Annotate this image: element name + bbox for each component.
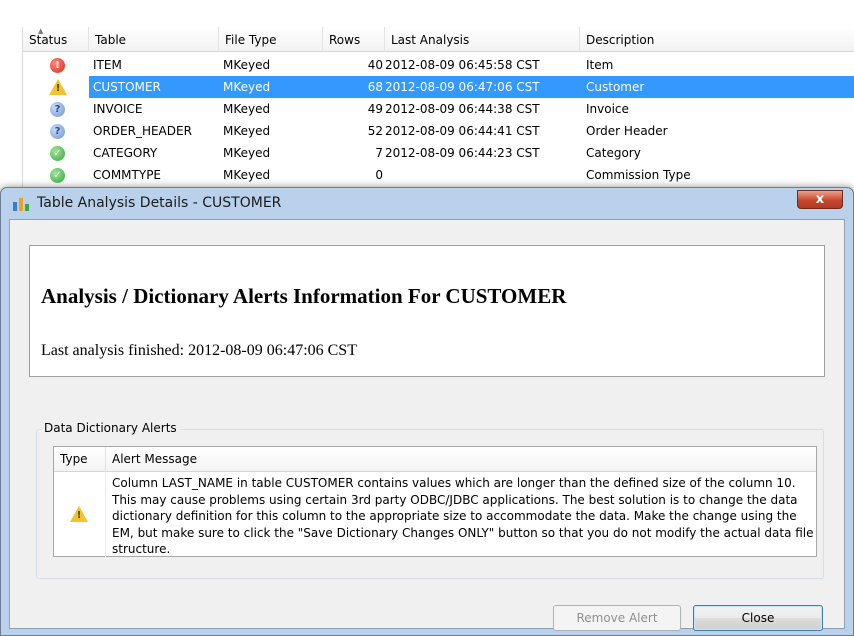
analysis-info-panel: Analysis / Dictionary Alerts Information…: [29, 245, 825, 377]
table-name-cell: COMMTYPE: [93, 168, 162, 182]
column-header-table[interactable]: Table: [89, 27, 219, 52]
table-row[interactable]: ✓ COMMTYPE MKeyed 0 Commission Type: [23, 164, 854, 186]
close-icon: x: [815, 192, 825, 207]
tables-grid[interactable]: ▲ Status Table File Type Rows Last Analy…: [22, 27, 854, 192]
column-header-rows[interactable]: Rows: [323, 27, 385, 52]
last-analysis-cell: 2012-08-09 06:44:41 CST: [385, 124, 540, 138]
last-analysis-cell: [385, 164, 585, 186]
data-dictionary-alerts-label: Data Dictionary Alerts: [41, 421, 180, 435]
table-row[interactable]: ! ITEM MKeyed 40 2012-08-09 06:45:58 CST Item: [23, 54, 854, 76]
description-cell: Commission Type: [586, 168, 691, 182]
last-analysis-cell: 2012-08-09 06:44:38 CST: [385, 102, 540, 116]
row-count-cell: 68: [367, 80, 383, 94]
table-name-cell: CUSTOMER: [93, 80, 161, 94]
row-count-cell: 49: [367, 102, 383, 116]
check-circle-icon: ✓: [50, 146, 65, 161]
info-circle-icon: ?: [50, 102, 65, 117]
table-name-cell: CATEGORY: [93, 146, 158, 160]
table-row[interactable]: ? INVOICE MKeyed 49 2012-08-09 06:44:38 CST I…: [23, 98, 854, 120]
status-cell: ?: [23, 120, 89, 142]
table-name-cell: ITEM: [93, 58, 122, 72]
description-cell: Item: [586, 58, 614, 72]
error-circle-icon: !: [50, 58, 65, 73]
status-cell: ✓: [23, 142, 89, 164]
alerts-list-header: Type Alert Message: [54, 447, 816, 472]
status-cell: ✓: [23, 164, 89, 186]
sort-ascending-icon: ▲: [38, 27, 44, 35]
row-count-cell: 52: [367, 124, 383, 138]
table-analysis-dialog: Table Analysis Details - CUSTOMER x Anal…: [0, 187, 854, 636]
close-button[interactable]: Close: [693, 605, 823, 631]
table-row[interactable]: ✓ CATEGORY MKeyed 7 2012-08-09 06:44:23 CST C…: [23, 142, 854, 164]
last-analysis-text: Last analysis finished: 2012-08-09 06:47…: [41, 342, 357, 359]
row-count-cell: 0: [375, 168, 383, 182]
tables-grid-header: ▲ Status Table File Type Rows Last Analy…: [23, 27, 854, 52]
last-analysis-cell: 2012-08-09 06:45:58 CST: [385, 58, 540, 72]
column-header-alert-message[interactable]: Alert Message: [106, 447, 818, 472]
status-cell: !: [23, 54, 89, 76]
last-analysis-cell: 2012-08-09 06:47:06 CST: [385, 80, 540, 94]
column-header-status[interactable]: ▲ Status: [23, 27, 89, 52]
column-header-file-type[interactable]: File Type: [219, 27, 323, 52]
table-name-cell: ORDER_HEADER: [93, 124, 192, 138]
alert-row[interactable]: ! Column LAST_NAME in table CUSTOMER con…: [54, 473, 816, 557]
dialog-titlebar[interactable]: Table Analysis Details - CUSTOMER x: [1, 188, 853, 218]
info-circle-icon: ?: [50, 124, 65, 139]
check-circle-icon: ✓: [50, 168, 65, 183]
file-type-cell: MKeyed: [223, 124, 271, 138]
remove-alert-button[interactable]: Remove Alert: [553, 605, 681, 631]
alert-message: Column LAST_NAME in table CUSTOMER conta…: [112, 476, 814, 556]
description-cell: Invoice: [586, 102, 629, 116]
alert-type-cell: !: [54, 473, 106, 557]
dialog-client-area: Analysis / Dictionary Alerts Information…: [9, 219, 845, 631]
description-cell: Customer: [586, 80, 645, 94]
column-header-last-analysis[interactable]: Last Analysis: [385, 27, 580, 52]
column-header-description[interactable]: Description: [580, 27, 854, 52]
file-type-cell: MKeyed: [223, 102, 271, 116]
file-type-cell: MKeyed: [223, 58, 271, 72]
table-row[interactable]: ! CUSTOMER MKeyed 68 2012-08-09 06:47:06 CST…: [23, 76, 854, 98]
file-type-cell: MKeyed: [223, 80, 271, 94]
window-close-button[interactable]: x: [797, 190, 843, 209]
file-type-cell: MKeyed: [223, 146, 271, 160]
last-analysis-cell: 2012-08-09 06:44:23 CST: [385, 146, 540, 160]
table-row[interactable]: ? ORDER_HEADER MKeyed 52 2012-08-09 06:44:41…: [23, 120, 854, 142]
description-cell: Category: [586, 146, 641, 160]
column-header-type[interactable]: Type: [54, 447, 106, 472]
status-cell: ?: [23, 98, 89, 120]
table-analysis-app-icon: [13, 198, 29, 211]
analysis-heading: Analysis / Dictionary Alerts Information…: [41, 284, 567, 308]
description-cell: Order Header: [586, 124, 668, 138]
file-type-cell: MKeyed: [223, 168, 271, 182]
row-count-cell: 7: [375, 146, 383, 160]
row-count-cell: 40: [367, 58, 383, 72]
alerts-list[interactable]: Type Alert Message ! Column LAST_NAME in…: [53, 446, 817, 557]
dialog-title: Table Analysis Details - CUSTOMER: [37, 195, 282, 211]
table-name-cell: INVOICE: [93, 102, 143, 116]
status-cell: !: [23, 76, 89, 98]
